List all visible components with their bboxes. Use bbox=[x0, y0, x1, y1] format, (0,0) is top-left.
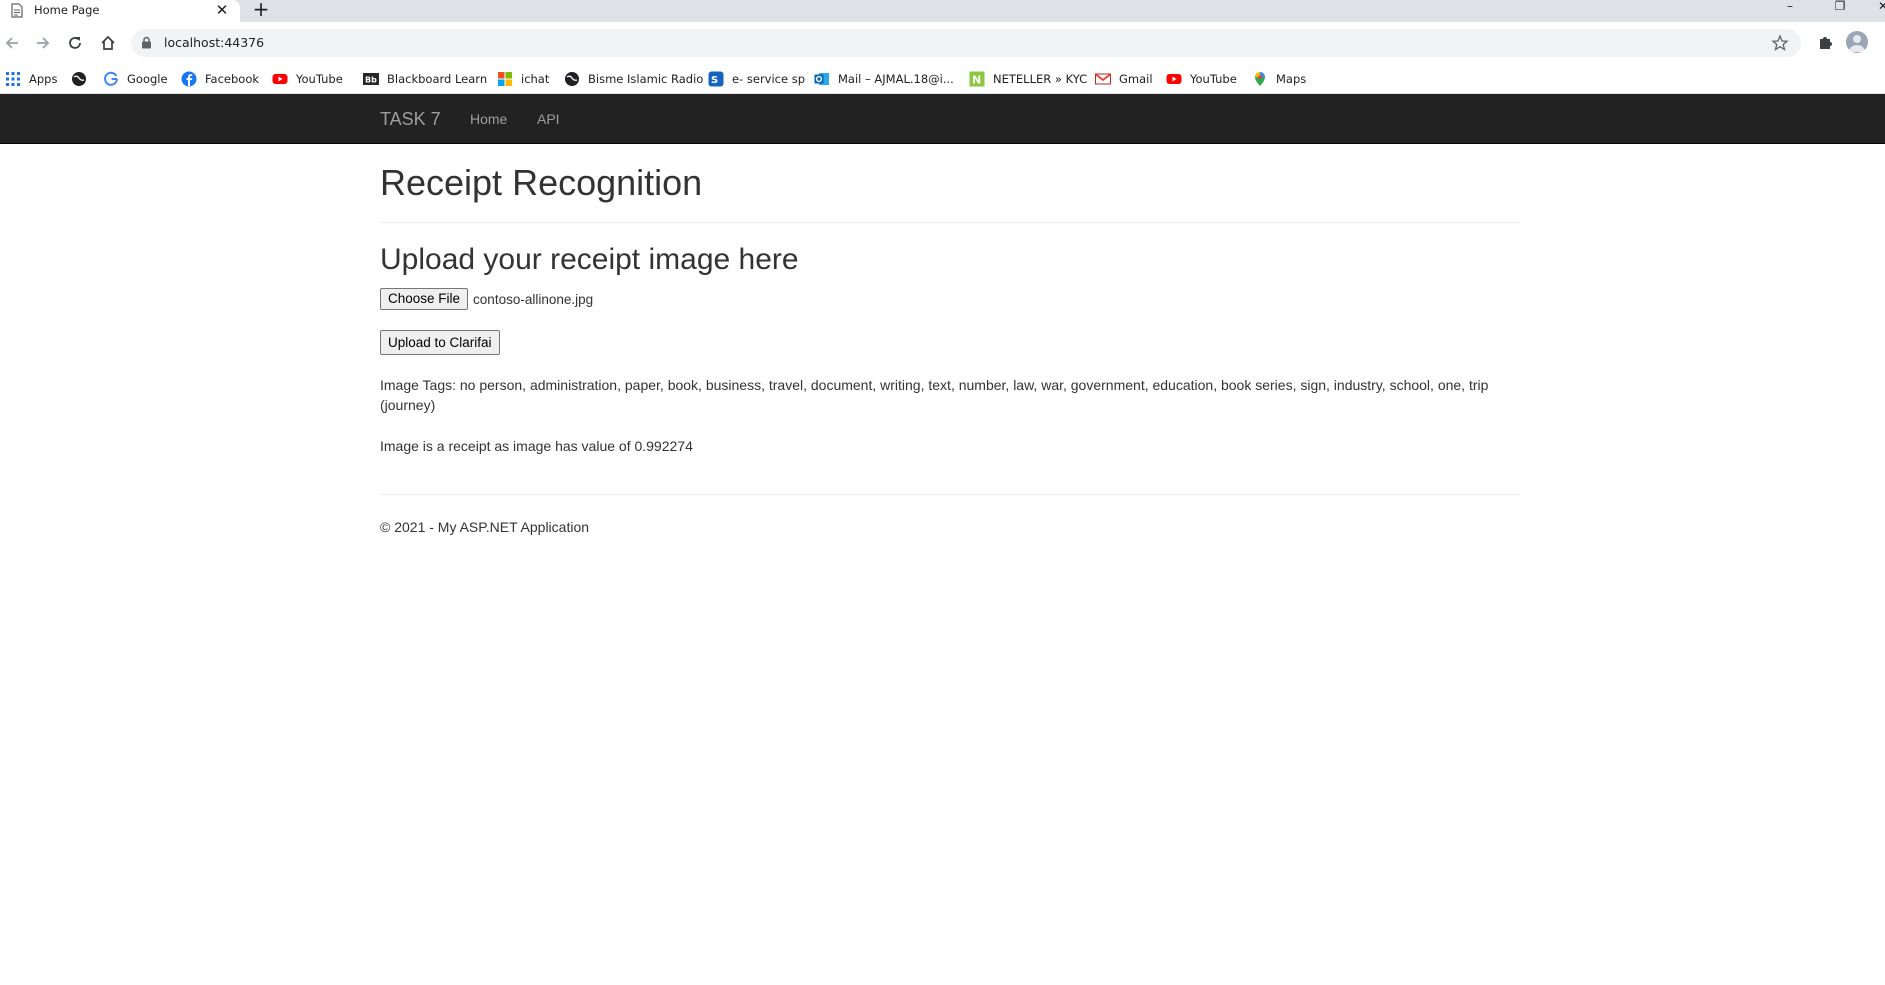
forward-button[interactable] bbox=[31, 31, 55, 55]
extensions-puzzle-icon[interactable] bbox=[1815, 31, 1837, 53]
selected-file-name: contoso-allinone.jpg bbox=[473, 291, 594, 307]
footer-divider bbox=[380, 494, 1520, 495]
image-tags-text: Image Tags: no person, administration, p… bbox=[380, 377, 1489, 413]
bookmark-apps[interactable]: Apps bbox=[5, 64, 57, 94]
bookmark-label: e- service sp bbox=[732, 72, 806, 86]
bookmark-label: YouTube bbox=[296, 72, 343, 86]
bookmark-label: Bisme Islamic Radio bbox=[588, 72, 704, 86]
file-input[interactable]: Choose File contoso-allinone.jpg bbox=[380, 288, 593, 310]
bookmark-ichat[interactable]: ichat bbox=[497, 64, 549, 94]
ichat-icon bbox=[498, 72, 512, 86]
bookmark-label: Facebook bbox=[205, 72, 260, 86]
bookmark-google[interactable]: Google bbox=[103, 64, 168, 94]
nav-link-home[interactable]: Home bbox=[470, 111, 507, 127]
bookmark-label: Apps bbox=[29, 72, 58, 86]
bookmarks-bar: Apps Google Facebook YouTube Bb Blackboa… bbox=[0, 64, 1885, 94]
globe-icon bbox=[72, 72, 86, 86]
choose-file-button[interactable]: Choose File bbox=[380, 288, 469, 310]
bookmark-label: ichat bbox=[521, 72, 550, 86]
google-icon bbox=[104, 71, 118, 86]
apps-grid-icon bbox=[6, 72, 20, 86]
home-icon bbox=[101, 35, 115, 50]
bookmark-blackboard[interactable]: Bb Blackboard Learn bbox=[363, 64, 487, 94]
restore-window-icon[interactable]: ❐ bbox=[1830, 0, 1850, 14]
maps-icon bbox=[1255, 72, 1265, 86]
upload-to-clarifai-button[interactable]: Upload to Clarifai bbox=[380, 330, 500, 355]
browser-tab-home-page[interactable]: Home Page ✕ bbox=[0, 0, 240, 22]
youtube-icon bbox=[272, 74, 288, 84]
bookmark-gmail[interactable]: Gmail bbox=[1095, 64, 1153, 94]
profile-avatar-icon bbox=[1849, 35, 1865, 52]
bookmark-label: YouTube bbox=[1190, 72, 1237, 86]
bookmark-label: Google bbox=[127, 72, 168, 86]
page-title: Receipt Recognition bbox=[380, 162, 703, 203]
browser-tab-title: Home Page bbox=[34, 3, 100, 17]
page-favicon-icon bbox=[11, 3, 23, 18]
bookmark-bisme-radio[interactable]: Bisme Islamic Radio bbox=[564, 64, 703, 94]
home-button[interactable] bbox=[96, 31, 120, 55]
bookmark-label: NETELLER » KYC bbox=[993, 72, 1088, 86]
bookmark-youtube-1[interactable]: YouTube bbox=[272, 64, 343, 94]
new-tab-button[interactable]: + bbox=[250, 0, 272, 22]
bookmark-globe[interactable] bbox=[71, 64, 95, 94]
bookmark-label: Blackboard Learn bbox=[387, 72, 488, 86]
title-divider bbox=[380, 222, 1520, 223]
profile-avatar[interactable] bbox=[1846, 31, 1868, 53]
close-window-icon[interactable]: ✕ bbox=[1873, 0, 1885, 14]
bookmark-label: Maps bbox=[1276, 72, 1307, 86]
eservice-icon: S bbox=[708, 71, 724, 87]
url-text[interactable]: localhost:44376 bbox=[164, 35, 264, 50]
back-arrow-icon bbox=[5, 37, 18, 49]
bookmark-star-icon[interactable] bbox=[1771, 34, 1789, 52]
gmail-icon bbox=[1095, 73, 1111, 85]
upload-heading: Upload your receipt image here bbox=[380, 243, 799, 276]
navbar-brand[interactable]: TASK 7 bbox=[380, 109, 441, 130]
outlook-icon bbox=[814, 73, 829, 85]
minimize-window-icon[interactable]: – bbox=[1780, 0, 1800, 14]
browser-toolbar: localhost:44376 bbox=[0, 22, 1885, 64]
bookmark-outlook-mail[interactable]: Mail – AJMAL.18@i... bbox=[814, 64, 954, 94]
lock-icon[interactable] bbox=[141, 36, 152, 49]
back-button[interactable] bbox=[0, 31, 24, 55]
youtube-icon bbox=[1166, 74, 1182, 84]
address-bar[interactable]: localhost:44376 bbox=[131, 29, 1801, 57]
receipt-result-text: Image is a receipt as image has value of… bbox=[380, 438, 693, 454]
reload-icon bbox=[69, 37, 81, 49]
bookmark-eservice[interactable]: S e- service sp bbox=[708, 64, 805, 94]
nav-link-api[interactable]: API bbox=[537, 111, 560, 127]
bookmark-facebook[interactable]: Facebook bbox=[181, 64, 259, 94]
site-navbar: TASK 7 Home API bbox=[0, 94, 1885, 144]
footer-copyright: © 2021 - My ASP.NET Application bbox=[380, 519, 590, 535]
bookmark-youtube-2[interactable]: YouTube bbox=[1166, 64, 1237, 94]
bookmark-maps[interactable]: Maps bbox=[1252, 64, 1306, 94]
blackboard-icon: Bb bbox=[363, 73, 379, 85]
globe-icon bbox=[565, 72, 579, 86]
neteller-icon: N bbox=[969, 71, 985, 87]
browser-tabstrip: Home Page ✕ + – ❐ ✕ bbox=[0, 0, 1885, 22]
svg-text:Bb: Bb bbox=[365, 76, 377, 85]
bookmark-label: Mail – AJMAL.18@i... bbox=[838, 72, 954, 86]
tab-close-icon[interactable]: ✕ bbox=[214, 1, 230, 19]
bookmark-label: Gmail bbox=[1119, 72, 1153, 86]
svg-text:N: N bbox=[972, 74, 981, 87]
facebook-icon bbox=[181, 71, 197, 87]
bookmark-neteller[interactable]: N NETELLER » KYC bbox=[969, 64, 1087, 94]
svg-text:S: S bbox=[711, 75, 718, 86]
reload-button[interactable] bbox=[63, 31, 87, 55]
forward-arrow-icon bbox=[37, 37, 50, 49]
